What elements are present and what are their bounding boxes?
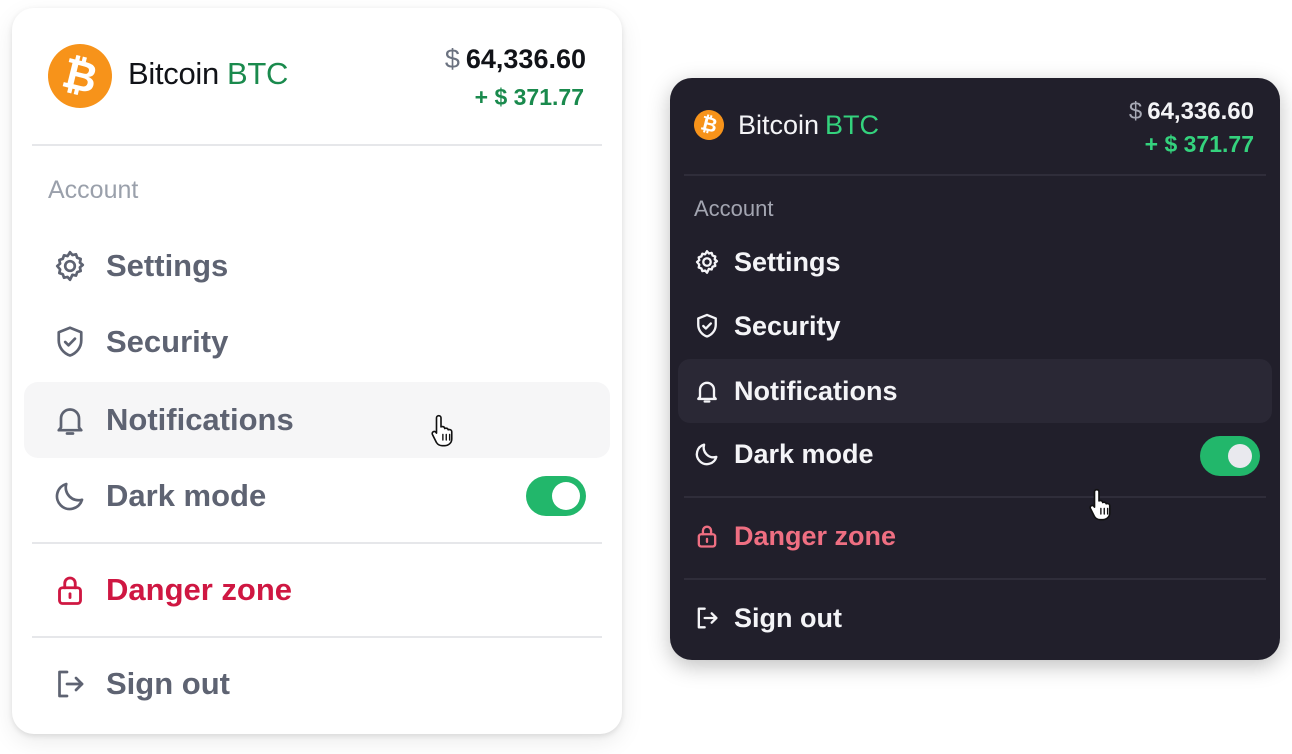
shield-check-icon: [692, 311, 722, 341]
sign-out-icon: [50, 664, 90, 704]
coin-ticker: BTC: [226, 56, 289, 91]
menu-label: Security: [734, 310, 841, 341]
dark-mode-toggle[interactable]: [1200, 436, 1260, 476]
moon-icon: [50, 476, 90, 516]
menu-item-danger-zone[interactable]: Danger zone: [24, 552, 610, 628]
menu-item-settings[interactable]: Settings: [24, 228, 610, 304]
coin-title: Bitcoin BTC: [738, 110, 879, 141]
menu-item-sign-out[interactable]: Sign out: [678, 586, 1272, 650]
menu-label: Security: [106, 324, 229, 359]
light-account-menu: ₿ Bitcoin BTC $64,336.60 + $ 371.77 Accou…: [12, 8, 622, 734]
divider: [32, 542, 602, 544]
pointer-cursor-icon: [431, 414, 453, 447]
dark-mode-toggle[interactable]: [526, 476, 586, 516]
menu-label: Danger zone: [106, 572, 293, 607]
coin-price: $64,336.60: [1129, 98, 1254, 126]
gear-icon: [692, 247, 722, 277]
sign-out-icon: [692, 603, 722, 633]
currency-symbol: $: [444, 44, 460, 74]
menu-label: Danger zone: [734, 520, 897, 551]
menu-item-security[interactable]: Security: [678, 294, 1272, 358]
menu-item-danger-zone[interactable]: Danger zone: [678, 504, 1272, 568]
price-value: 64,336.60: [465, 44, 586, 74]
coin-price: $64,336.60: [445, 44, 586, 75]
menu-label: Sign out: [734, 602, 842, 633]
menu-item-settings[interactable]: Settings: [678, 230, 1272, 294]
gear-icon: [50, 246, 90, 286]
divider: [684, 174, 1266, 176]
price-change: + $ 371.77: [474, 84, 584, 110]
menu-item-sign-out[interactable]: Sign out: [24, 646, 610, 722]
menu-item-security[interactable]: Security: [24, 304, 610, 380]
divider: [32, 144, 602, 146]
menu-label: Sign out: [106, 666, 230, 701]
section-label-account: Account: [694, 196, 774, 221]
shield-check-icon: [50, 322, 90, 362]
coin-ticker: BTC: [825, 110, 880, 140]
menu-label: Settings: [734, 246, 841, 277]
lock-icon: [692, 521, 722, 551]
menu-label: Dark mode: [106, 478, 267, 513]
bell-icon: [692, 376, 722, 406]
moon-icon: [692, 439, 722, 469]
bell-icon: [50, 400, 90, 440]
coin-title: Bitcoin BTC: [128, 56, 288, 92]
menu-label: Notifications: [734, 375, 898, 406]
currency-symbol: $: [1128, 98, 1143, 125]
menu-item-notifications[interactable]: Notifications: [678, 359, 1272, 423]
lock-icon: [50, 570, 90, 610]
dark-account-menu: ₿ Bitcoin BTC $64,336.60 + $ 371.77 Accou…: [670, 78, 1280, 660]
divider: [32, 636, 602, 638]
coin-name: Bitcoin: [128, 56, 219, 91]
price-change: + $ 371.77: [1144, 131, 1254, 157]
bitcoin-icon: ₿: [41, 37, 119, 115]
divider: [684, 578, 1266, 580]
menu-label: Dark mode: [734, 438, 874, 469]
pointer-cursor-icon: [1089, 488, 1111, 521]
divider: [684, 496, 1266, 498]
menu-label: Notifications: [106, 402, 294, 437]
section-label-account: Account: [48, 176, 139, 204]
menu-item-dark-mode[interactable]: Dark mode: [24, 458, 610, 534]
price-value: 64,336.60: [1147, 98, 1254, 125]
coin-name: Bitcoin: [738, 110, 820, 140]
menu-item-notifications[interactable]: Notifications: [24, 382, 610, 458]
toggle-knob: [552, 482, 580, 510]
menu-label: Settings: [106, 248, 229, 283]
bitcoin-icon: ₿: [690, 106, 728, 144]
menu-item-dark-mode[interactable]: Dark mode: [678, 422, 1272, 486]
toggle-knob: [1228, 444, 1252, 468]
